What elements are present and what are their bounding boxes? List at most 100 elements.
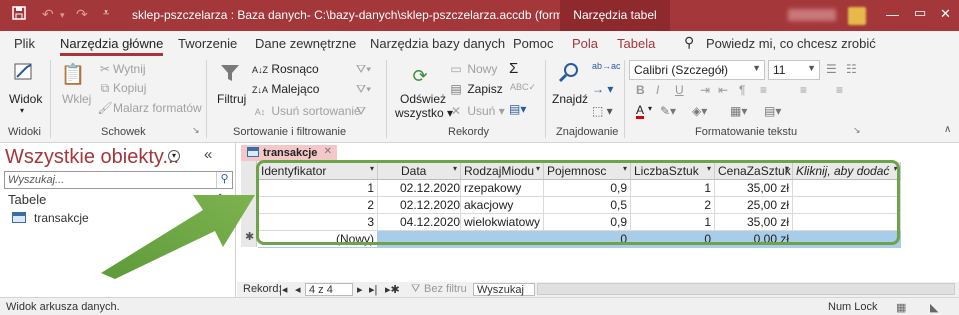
more-records-icon[interactable]: ▤▾ bbox=[509, 102, 526, 116]
paragraph-icon[interactable]: ¶ bbox=[739, 83, 745, 97]
tab-transakcje[interactable]: transakcje ✕ bbox=[241, 145, 337, 161]
align-left-icon[interactable]: ≡ bbox=[760, 83, 767, 97]
undo-dropdown-icon[interactable]: ▾ bbox=[60, 10, 65, 21]
new-record-button[interactable]: ▭ Nowy bbox=[448, 62, 497, 76]
filter-status[interactable]: Bez filtru bbox=[424, 283, 467, 295]
text-format-launcher-icon[interactable]: ↘ bbox=[853, 125, 861, 136]
next-record-icon[interactable]: ▸ bbox=[357, 283, 363, 296]
list-bullets-icon[interactable]: ☷ bbox=[846, 62, 857, 76]
separator bbox=[50, 60, 51, 138]
record-search-input[interactable]: Wyszukaj bbox=[473, 283, 535, 296]
avatar[interactable] bbox=[848, 7, 866, 25]
customize-qat-icon[interactable]: ⩡ bbox=[103, 7, 109, 20]
find-icon bbox=[557, 62, 581, 90]
clipboard-launcher-icon[interactable]: ↘ bbox=[192, 125, 200, 136]
collapse-ribbon-icon[interactable]: ∧ bbox=[944, 124, 951, 135]
selection-filter-icon[interactable]: ⛛▾ bbox=[356, 62, 371, 77]
tab-create[interactable]: Tworzenie bbox=[178, 36, 237, 51]
new-blank-record-icon[interactable]: ▸✱ bbox=[385, 283, 400, 296]
tab-table[interactable]: Tabela bbox=[617, 36, 655, 51]
new-record-icon: ▭ bbox=[450, 62, 462, 76]
nav-dropdown-icon[interactable]: ▾ bbox=[168, 150, 180, 162]
horizontal-scrollbar[interactable] bbox=[537, 283, 955, 295]
num-lock-indicator: Num Lock bbox=[828, 301, 878, 313]
tab-external-data[interactable]: Dane zewnętrzne bbox=[255, 36, 356, 51]
datasheet-view-icon[interactable]: ▦ bbox=[896, 301, 906, 314]
paste-icon: 📋 bbox=[60, 64, 86, 86]
previous-record-icon[interactable]: ◂ bbox=[295, 283, 301, 296]
tell-me-box[interactable]: Powiedz mi, co chcesz zrobić bbox=[706, 36, 876, 51]
font-color-dropdown-icon[interactable]: ▾ bbox=[648, 104, 652, 113]
undo-icon[interactable]: ↶ bbox=[42, 6, 54, 23]
font-size-select[interactable]: 11 ▼ bbox=[768, 60, 820, 80]
spelling-icon[interactable]: ABC✓ bbox=[510, 82, 536, 93]
nav-item-transakcje[interactable]: transakcje bbox=[12, 211, 89, 225]
window-title: sklep-pszczelarza : Baza danych- C:\bazy… bbox=[132, 8, 621, 22]
tab-fields[interactable]: Pola bbox=[572, 36, 598, 51]
paste-button[interactable]: Wklej bbox=[62, 92, 91, 106]
close-icon[interactable]: ✕ bbox=[940, 6, 951, 22]
font-name-select[interactable]: Calibri (Szczegół) ▼ bbox=[629, 60, 765, 80]
no-filter-icon: ⛛ bbox=[411, 283, 421, 295]
copy-button[interactable]: ⧉ Kopiuj bbox=[97, 81, 147, 96]
lightbulb-search-icon: ⚲ bbox=[684, 34, 695, 50]
sort-descending-button[interactable]: Z↓A Malejąco bbox=[252, 82, 319, 96]
indent-decrease-icon[interactable]: ⇤ bbox=[718, 83, 728, 97]
first-record-icon[interactable]: |◂ bbox=[279, 283, 287, 296]
advanced-filter-icon[interactable]: ⛛▾ bbox=[356, 82, 371, 97]
nav-group-tables[interactable]: Tabele bbox=[8, 192, 46, 207]
refresh-label-1[interactable]: Odśwież bbox=[400, 92, 446, 106]
format-painter-button[interactable]: 🖌Malarz formatów bbox=[97, 101, 201, 115]
separator bbox=[624, 60, 625, 138]
font-color-button[interactable]: A bbox=[636, 104, 645, 119]
gridlines-icon[interactable]: ▦▾ bbox=[730, 104, 747, 118]
cut-button[interactable]: ✂ Wytnij bbox=[97, 62, 146, 76]
select-icon[interactable]: ⬚ ▾ bbox=[592, 104, 613, 118]
sort-za-icon: Z↓A bbox=[252, 85, 269, 95]
title-bar: ↶ ▾ ↷ ⩡ sklep-pszczelarza : Baza danych-… bbox=[0, 0, 959, 31]
alternate-row-color-icon[interactable]: ▤▾ bbox=[764, 104, 781, 118]
sort-ascending-button[interactable]: A↓Z Rosnąco bbox=[252, 62, 319, 76]
redo-icon[interactable]: ↷ bbox=[76, 6, 88, 23]
group-label-records: Rekordy bbox=[448, 126, 489, 138]
refresh-all-button[interactable]: wszystko ▾ bbox=[395, 106, 453, 120]
underline-button[interactable]: U bbox=[675, 83, 684, 97]
tab-database-tools[interactable]: Narzędzia bazy danych bbox=[370, 36, 505, 51]
indent-increase-icon[interactable]: ⇥ bbox=[700, 83, 710, 97]
record-position-input[interactable]: 4 z 4 bbox=[305, 283, 353, 296]
totals-icon[interactable]: Σ bbox=[509, 60, 518, 77]
find-button[interactable]: Znajdź bbox=[552, 92, 588, 106]
user-name[interactable] bbox=[788, 9, 836, 21]
view-label: Widok bbox=[9, 92, 43, 106]
design-view-icon[interactable]: ◣ bbox=[930, 301, 938, 314]
pointer-arrow-icon bbox=[101, 195, 255, 279]
minimize-icon[interactable]: — bbox=[886, 7, 899, 22]
tab-home[interactable]: Narzędzia główne bbox=[60, 36, 164, 56]
delete-icon: ✕ bbox=[450, 104, 462, 118]
filter-button[interactable]: Filtruj bbox=[217, 92, 246, 106]
table-highlight-frame bbox=[256, 160, 900, 245]
nav-pane-title[interactable]: Wszystkie obiekty... bbox=[5, 146, 179, 169]
maximize-icon[interactable]: ▭ bbox=[914, 5, 926, 21]
save-icon[interactable] bbox=[12, 6, 26, 23]
tab-help[interactable]: Pomoc bbox=[513, 36, 553, 51]
goto-icon[interactable]: → ▾ bbox=[592, 82, 613, 96]
list-numbering-icon[interactable]: ☰ bbox=[826, 62, 837, 76]
bold-button[interactable]: B bbox=[636, 83, 645, 97]
delete-record-button[interactable]: ✕ Usuń ▾ bbox=[448, 104, 505, 118]
group-label-text-format: Formatowanie tekstu bbox=[695, 126, 798, 138]
toggle-filter-icon[interactable]: ⛛ bbox=[356, 104, 366, 119]
replace-icon[interactable]: ab→ac bbox=[592, 61, 621, 71]
highlight-icon[interactable]: ✎▾ bbox=[660, 104, 676, 118]
remove-sort-button[interactable]: A↕ Usuń sortowanie bbox=[252, 104, 361, 118]
italic-button[interactable]: I bbox=[656, 83, 659, 97]
align-center-icon[interactable]: ≡ bbox=[800, 83, 807, 97]
last-record-icon[interactable]: ▸| bbox=[369, 283, 377, 296]
background-color-icon[interactable]: ◈▾ bbox=[692, 104, 707, 118]
collapse-nav-icon[interactable]: « bbox=[204, 146, 212, 163]
brush-icon: 🖌 bbox=[97, 101, 113, 115]
save-record-button[interactable]: ▤ Zapisz bbox=[448, 82, 502, 96]
align-right-icon[interactable]: ≡ bbox=[836, 83, 843, 97]
tab-file[interactable]: Plik bbox=[14, 36, 35, 51]
close-tab-icon[interactable]: ✕ bbox=[324, 146, 332, 157]
